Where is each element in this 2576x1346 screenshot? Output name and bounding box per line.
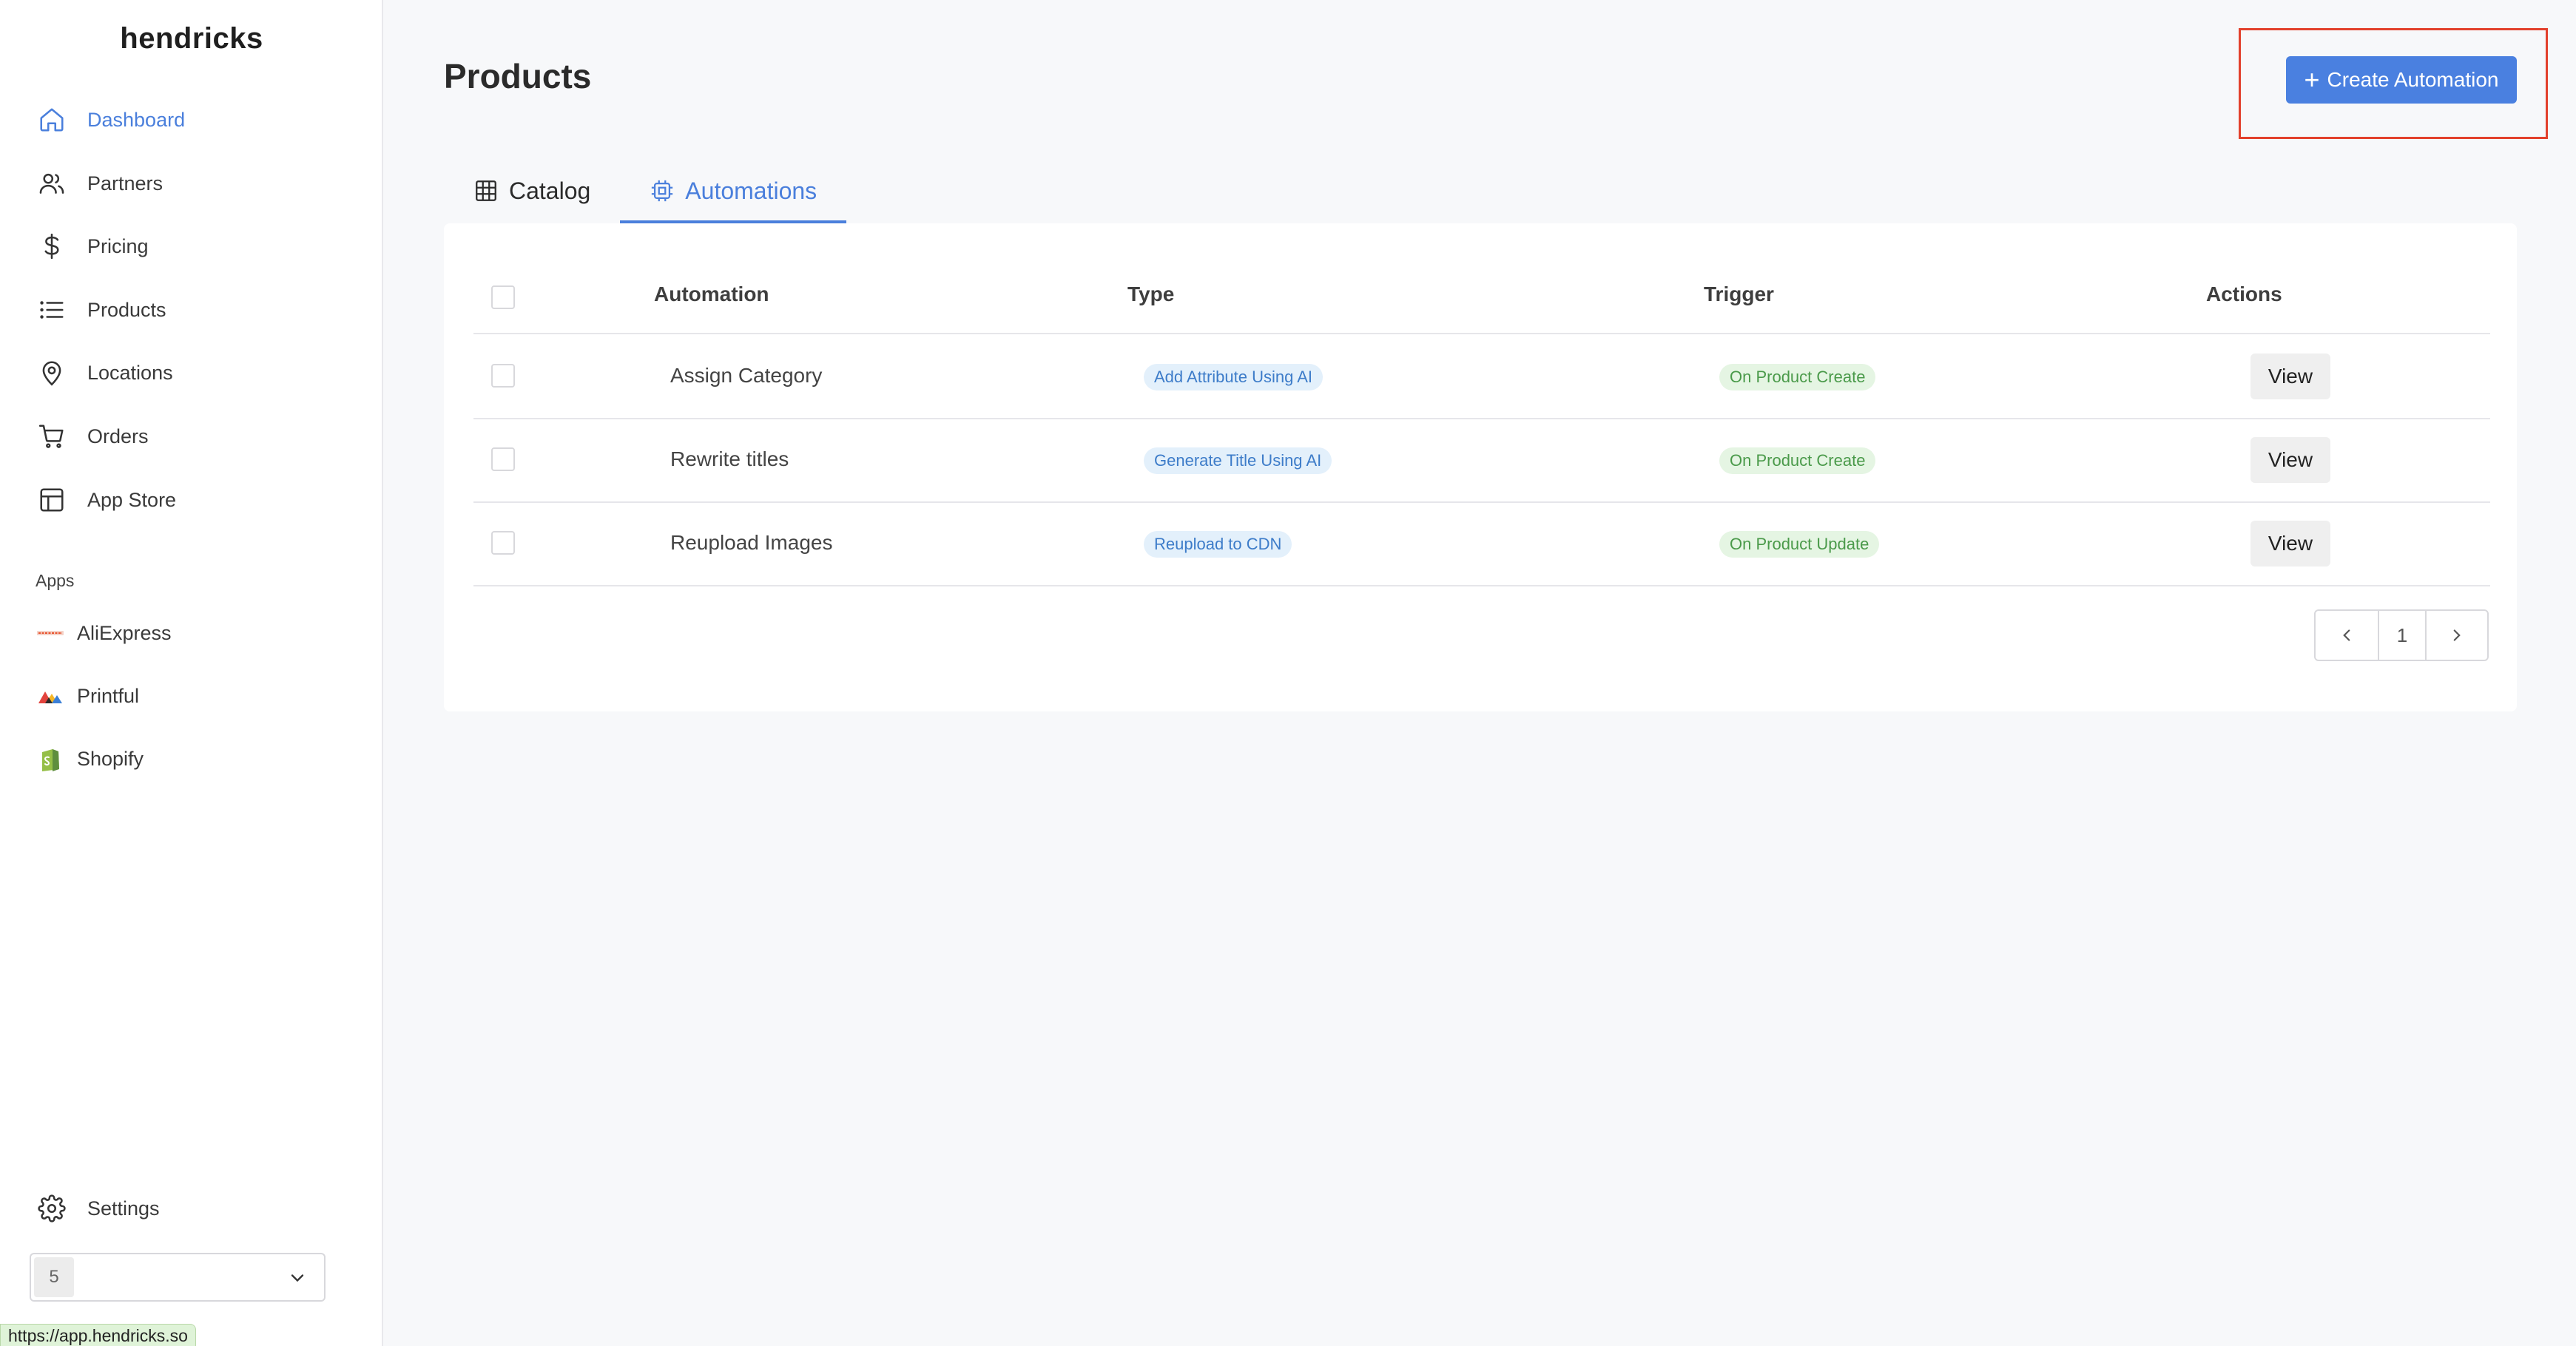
automation-name: Assign Category	[670, 364, 823, 387]
trigger-badge: On Product Update	[1719, 531, 1880, 558]
sidebar-item-label: Settings	[87, 1197, 160, 1220]
create-automation-label: Create Automation	[2327, 68, 2499, 91]
chevron-down-icon	[291, 1274, 304, 1282]
sidebar-app-label: Shopify	[77, 747, 144, 770]
sidebar-item-label: App Store	[87, 488, 177, 511]
plus-icon: +	[2304, 64, 2320, 95]
tab-label: Catalog	[509, 177, 591, 204]
table-row: Reupload Images Reupload to CDN On Produ…	[473, 503, 2490, 586]
type-badge: Reupload to CDN	[1144, 531, 1292, 558]
chevron-left-icon	[2343, 629, 2350, 641]
select-all-checkbox[interactable]	[491, 285, 515, 309]
column-header-actions: Actions	[2206, 283, 2282, 305]
aliexpress-logo-icon	[36, 618, 65, 648]
pagination-page[interactable]: 1	[2379, 611, 2427, 660]
table-row: Rewrite titles Generate Title Using AI O…	[473, 419, 2490, 503]
printful-logo-icon	[36, 681, 65, 711]
row-checkbox[interactable]	[491, 447, 515, 471]
tab-catalog[interactable]: Catalog	[444, 158, 620, 223]
trigger-badge: On Product Create	[1719, 447, 1876, 474]
sidebar-item-app-store[interactable]: App Store	[30, 473, 355, 527]
sidebar-item-settings[interactable]: Settings	[30, 1182, 355, 1235]
sidebar: hendricks Dashboard Partners Pricing Pro…	[0, 0, 383, 1346]
sidebar-item-label: Products	[87, 298, 166, 321]
sidebar-item-orders[interactable]: Orders	[30, 410, 355, 463]
view-button[interactable]: View	[2250, 437, 2330, 483]
column-header-type[interactable]: Type	[1127, 283, 1174, 306]
sidebar-item-dashboard[interactable]: Dashboard	[30, 93, 355, 146]
home-icon	[30, 98, 74, 142]
sidebar-item-locations[interactable]: Locations	[30, 346, 355, 399]
table-header: Automation Type Trigger Actions	[473, 260, 2490, 334]
tab-label: Automations	[685, 177, 817, 204]
table-row: Assign Category Add Attribute Using AI O…	[473, 336, 2490, 419]
sidebar-item-products[interactable]: Products	[30, 283, 355, 336]
view-button[interactable]: View	[2250, 521, 2330, 567]
sidebar-item-label: Dashboard	[87, 108, 186, 131]
sidebar-item-pricing[interactable]: Pricing	[30, 220, 355, 273]
sidebar-app-aliexpress[interactable]: AliExpress	[36, 611, 172, 655]
apps-section-label: Apps	[36, 571, 75, 590]
map-pin-icon	[30, 351, 74, 395]
sidebar-app-shopify[interactable]: Shopify	[36, 737, 144, 781]
row-checkbox[interactable]	[491, 531, 515, 555]
automation-name: Reupload Images	[670, 531, 833, 554]
tab-automations[interactable]: Automations	[620, 158, 847, 223]
row-checkbox[interactable]	[491, 364, 515, 388]
column-header-automation[interactable]: Automation	[654, 283, 769, 306]
cart-icon	[30, 414, 74, 459]
page-title: Products	[444, 57, 592, 95]
sidebar-item-label: Orders	[87, 425, 149, 447]
organization-select[interactable]: 5	[30, 1253, 326, 1302]
type-badge: Generate Title Using AI	[1144, 447, 1332, 474]
cpu-icon	[652, 180, 673, 202]
tab-bar: Catalog Automations	[444, 158, 847, 223]
sidebar-app-label: Printful	[77, 684, 140, 707]
sidebar-item-label: Locations	[87, 361, 173, 384]
table-grid-icon	[476, 180, 496, 201]
org-badge: 5	[34, 1257, 74, 1297]
automations-table-card: Automation Type Trigger Actions Assign C…	[444, 223, 2517, 711]
sidebar-item-label: Pricing	[87, 234, 149, 257]
chevron-right-icon	[2453, 629, 2461, 641]
sidebar-item-label: Partners	[87, 172, 163, 195]
gear-icon	[30, 1186, 74, 1231]
trigger-badge: On Product Create	[1719, 364, 1876, 390]
brand-logo[interactable]: hendricks	[0, 22, 383, 55]
layout-icon	[30, 478, 74, 522]
create-automation-button[interactable]: + Create Automation	[2286, 56, 2517, 104]
dollar-icon	[30, 224, 74, 268]
sidebar-item-partners[interactable]: Partners	[30, 157, 355, 210]
automation-name: Rewrite titles	[670, 447, 789, 470]
shopify-logo-icon	[36, 744, 65, 774]
type-badge: Add Attribute Using AI	[1144, 364, 1324, 390]
sidebar-app-printful[interactable]: Printful	[36, 674, 139, 718]
pagination-next-button[interactable]	[2427, 611, 2487, 660]
users-icon	[30, 161, 74, 206]
list-icon	[30, 288, 74, 332]
view-button[interactable]: View	[2250, 354, 2330, 399]
sidebar-app-label: AliExpress	[77, 621, 172, 644]
column-header-trigger[interactable]: Trigger	[1704, 283, 1774, 306]
pagination: 1	[2314, 609, 2489, 661]
pagination-prev-button[interactable]	[2316, 611, 2379, 660]
status-url-tooltip: https://app.hendricks.so	[0, 1324, 196, 1346]
